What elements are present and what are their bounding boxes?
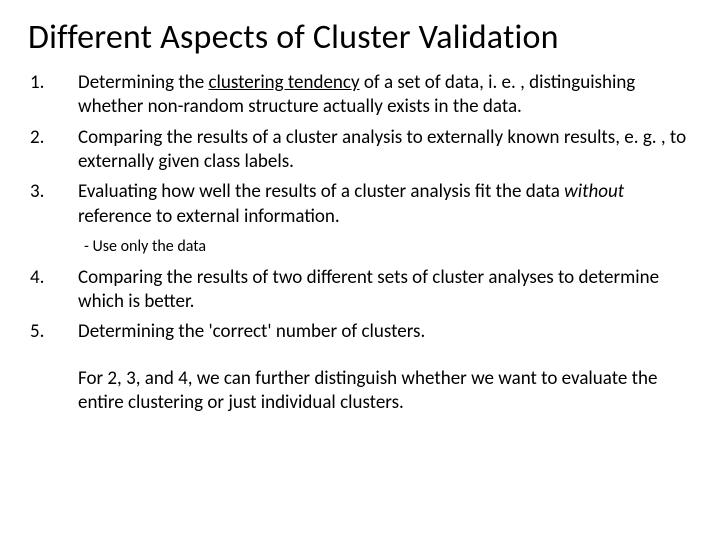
list-number: 1. — [28, 71, 68, 120]
list-item: Comparing the results of a cluster analy… — [78, 126, 692, 175]
underline-text: clustering tendency — [208, 71, 359, 94]
list-item: Comparing the results of two different s… — [78, 266, 692, 315]
text: Evaluating how well the results of a clu… — [78, 180, 564, 203]
list-item: Determining the clustering tendency of a… — [78, 71, 692, 120]
sub-bullet: - Use only the data — [78, 237, 692, 258]
list-number: 5. — [28, 320, 68, 344]
footer-note: For 2, 3, and 4, we can further distingu… — [28, 367, 692, 416]
spacer — [28, 235, 68, 260]
list-number: 2. — [28, 126, 68, 175]
list-item: Determining the 'correct' number of clus… — [78, 320, 692, 344]
page-title: Different Aspects of Cluster Validation — [28, 18, 692, 57]
text: reference to external information. — [78, 205, 340, 228]
text: Determining the — [78, 71, 208, 94]
numbered-list: 1. Determining the clustering tendency o… — [28, 71, 692, 345]
slide: Different Aspects of Cluster Validation … — [0, 0, 720, 540]
italic-text: without — [564, 180, 624, 203]
list-number: 4. — [28, 266, 68, 315]
list-number: 3. — [28, 180, 68, 229]
list-item: Evaluating how well the results of a clu… — [78, 180, 692, 229]
